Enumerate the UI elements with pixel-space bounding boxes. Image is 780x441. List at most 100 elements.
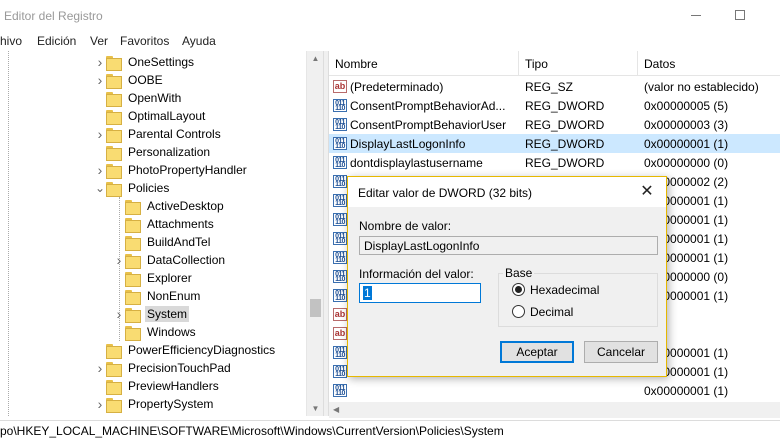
tree-item[interactable]: Explorer <box>113 269 194 287</box>
chevron-right-icon[interactable]: › <box>94 54 106 70</box>
tree-item[interactable]: PreviewHandlers <box>94 377 221 395</box>
tree-item[interactable]: OptimalLayout <box>94 107 207 125</box>
radio-decimal[interactable] <box>512 305 525 318</box>
value-name: ConsentPromptBehaviorAd... <box>350 99 506 113</box>
value-type: REG_DWORD <box>525 99 605 113</box>
folder-icon <box>106 127 122 143</box>
tree-item[interactable]: › OOBE <box>94 71 165 89</box>
tree-item-label: PhotoPropertyHandler <box>128 163 247 177</box>
column-header-data[interactable]: Datos <box>644 57 675 71</box>
chevron-right-icon[interactable]: › <box>94 72 106 88</box>
scroll-thumb[interactable] <box>310 299 321 317</box>
tree-scrollbar[interactable]: ▲ ▼ <box>306 51 323 416</box>
folder-icon <box>125 325 141 341</box>
column-separator[interactable] <box>637 51 638 76</box>
folder-icon <box>125 217 141 233</box>
tree-item[interactable]: ActiveDesktop <box>113 197 226 215</box>
value-row[interactable]: 011 110 dontdisplaylastusername REG_DWORD 0x… <box>329 153 780 172</box>
tree-item[interactable]: OpenWith <box>94 89 183 107</box>
value-name: ConsentPromptBehaviorUser <box>350 118 507 132</box>
value-row[interactable]: 011 110 DisplayLastLogonInfo REG_DWORD 0x000… <box>329 134 780 153</box>
folder-icon <box>125 253 141 269</box>
dialog-close-button[interactable]: ✕ <box>636 182 658 202</box>
tree-item[interactable]: › OneSettings <box>94 53 196 71</box>
tree-item[interactable]: Windows <box>113 323 198 341</box>
tree-item[interactable]: Personalization <box>94 143 212 161</box>
menu-archivo[interactable]: hivo <box>0 34 22 48</box>
binary-value-icon: 011110 <box>333 118 347 131</box>
value-data: 0x00000005 (5) <box>644 99 729 113</box>
menu-favoritos[interactable]: Favoritos <box>120 34 169 48</box>
maximize-button[interactable] <box>720 4 760 26</box>
value-name-field: DisplayLastLogonInfo <box>359 236 658 255</box>
string-value-icon: ab <box>333 308 347 321</box>
folder-icon <box>125 307 141 323</box>
column-header-name[interactable]: Nombre <box>335 57 378 71</box>
chevron-right-icon[interactable]: › <box>113 306 125 322</box>
chevron-right-icon[interactable]: › <box>94 360 106 376</box>
tree-item[interactable]: › PhotoPropertyHandler <box>94 161 249 179</box>
scroll-up-icon[interactable]: ▲ <box>307 54 324 63</box>
tree-item[interactable]: NonEnum <box>113 287 202 305</box>
value-type: REG_DWORD <box>525 156 605 170</box>
tree-item[interactable]: ⌄ Policies <box>94 179 171 197</box>
menu-ayuda[interactable]: Ayuda <box>182 34 216 48</box>
chevron-right-icon[interactable]: › <box>94 396 106 412</box>
folder-icon <box>106 181 122 197</box>
list-horizontal-scrollbar[interactable]: ◀ <box>329 402 780 418</box>
binary-value-icon: 011110 <box>333 289 347 302</box>
value-row[interactable]: 011 110 ConsentPromptBehaviorAd... REG_DWOR… <box>329 96 780 115</box>
scroll-left-icon[interactable]: ◀ <box>333 405 339 414</box>
value-row[interactable]: ab (Predeterminado) REG_SZ (valor no establ… <box>329 77 780 96</box>
ok-button[interactable]: Aceptar <box>500 341 574 363</box>
radio-decimal-label[interactable]: Decimal <box>530 305 573 319</box>
edit-dword-dialog: Editar valor de DWORD (32 bits) ✕ Nombre… <box>347 176 667 377</box>
radio-hexadecimal-label[interactable]: Hexadecimal <box>530 283 599 297</box>
binary-value-icon: 011110 <box>333 232 347 245</box>
tree-item[interactable]: › Parental Controls <box>94 125 223 143</box>
minimize-icon <box>691 14 701 16</box>
folder-icon <box>125 271 141 287</box>
value-row[interactable]: 011 110 ConsentPromptBehaviorUser REG_DWORD… <box>329 115 780 134</box>
tree-item[interactable]: › PropertySystem <box>94 395 215 413</box>
tree-item-label: Personalization <box>128 145 211 159</box>
tree-item-label: DataCollection <box>147 253 226 267</box>
value-row[interactable]: 011 110 0x00000001 (1) <box>329 381 780 400</box>
tree-item[interactable]: BuildAndTel <box>113 233 212 251</box>
tree-item[interactable]: › PrecisionTouchPad <box>94 359 233 377</box>
column-header-type[interactable]: Tipo <box>525 57 548 71</box>
menu-ver[interactable]: Ver <box>90 34 108 48</box>
tree-item-label: Attachments <box>147 217 214 231</box>
chevron-right-icon[interactable]: › <box>113 252 125 268</box>
chevron-down-icon[interactable]: ⌄ <box>94 181 106 195</box>
column-separator[interactable] <box>518 51 519 76</box>
string-value-icon: ab <box>333 80 347 93</box>
binary-value-icon: 011110 <box>333 99 347 112</box>
value-data-input[interactable]: 1 <box>359 283 481 303</box>
menu-edicion[interactable]: Edición <box>37 34 76 48</box>
tree-item[interactable]: Attachments <box>113 215 216 233</box>
registry-tree[interactable]: › OneSettings › OOBE OpenWith OptimalLayout › P… <box>0 51 306 416</box>
minimize-button[interactable] <box>676 4 716 26</box>
tree-item-label: OptimalLayout <box>128 109 206 123</box>
string-value-icon: ab <box>333 327 347 340</box>
tree-item-label: PowerEfficiencyDiagnostics <box>128 343 276 357</box>
tree-item[interactable]: › System <box>113 305 190 323</box>
tree-item-label: Explorer <box>147 271 192 285</box>
base-group <box>498 273 658 327</box>
tree-item-label: Windows <box>147 325 196 339</box>
scroll-down-icon[interactable]: ▼ <box>307 404 324 413</box>
radio-hexadecimal[interactable] <box>512 283 525 296</box>
value-data: 0x00000000 (0) <box>644 156 729 170</box>
status-bar: po\HKEY_LOCAL_MACHINE\SOFTWARE\Microsoft… <box>0 420 780 441</box>
cancel-button[interactable]: Cancelar <box>584 341 658 363</box>
tree-item-label: OneSettings <box>128 55 195 69</box>
binary-value-icon: 011110 <box>333 384 347 397</box>
chevron-right-icon[interactable]: › <box>94 162 106 178</box>
title-bar: Editor del Registro <box>0 0 780 32</box>
folder-icon <box>106 73 122 89</box>
tree-item[interactable]: PowerEfficiencyDiagnostics <box>94 341 277 359</box>
chevron-right-icon[interactable]: › <box>94 126 106 142</box>
tree-item[interactable]: › DataCollection <box>113 251 227 269</box>
binary-value-icon: 011110 <box>333 251 347 264</box>
